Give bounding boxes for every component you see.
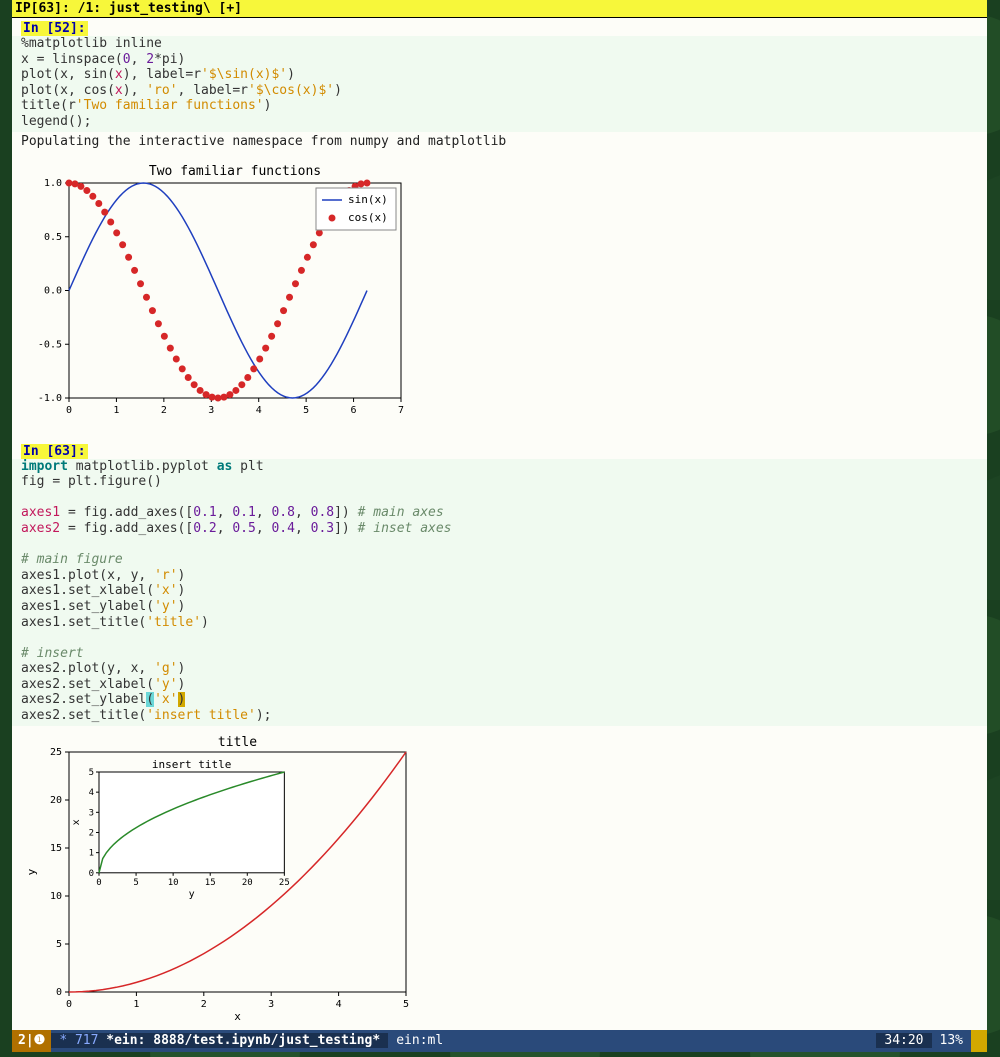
cell-1-output-text: Populating the interactive namespace fro… <box>12 132 987 155</box>
svg-text:5: 5 <box>403 999 409 1010</box>
svg-text:Two familiar functions: Two familiar functions <box>149 164 321 179</box>
svg-text:10: 10 <box>50 891 62 902</box>
svg-text:1: 1 <box>113 405 119 416</box>
svg-text:3: 3 <box>268 999 274 1010</box>
mode-line: 2|❶ * 717 *ein: 8888/test.ipynb/just_tes… <box>12 1030 987 1052</box>
svg-text:4: 4 <box>89 788 94 798</box>
cell-1-code[interactable]: %matplotlib inline x = linspace(0, 2*pi)… <box>12 36 987 132</box>
cell-1-prompt: In [52]: <box>21 21 88 36</box>
svg-text:2: 2 <box>161 405 167 416</box>
chart-2: title0123450510152025xyinsert title05101… <box>12 726 987 1030</box>
cell-2-code[interactable]: import matplotlib.pyplot as plt fig = pl… <box>12 459 987 726</box>
modeline-pct: 13% <box>932 1033 971 1048</box>
svg-text:5: 5 <box>89 768 94 778</box>
svg-text:25: 25 <box>50 747 62 758</box>
svg-text:title: title <box>218 735 257 750</box>
svg-text:25: 25 <box>279 877 290 887</box>
svg-text:insert title: insert title <box>152 758 231 771</box>
svg-text:10: 10 <box>168 877 179 887</box>
modeline-badge: 2|❶ <box>12 1030 51 1052</box>
svg-text:cos(x): cos(x) <box>348 211 388 224</box>
svg-text:20: 20 <box>50 795 62 806</box>
svg-text:3: 3 <box>89 808 94 818</box>
chart-1: Two familiar functions 0 1 2 3 4 5 6 7 -1.0 -0.5 0.… <box>12 155 987 441</box>
modeline-mode: ein:ml <box>388 1033 451 1048</box>
svg-text:x: x <box>71 819 82 825</box>
svg-text:1: 1 <box>133 999 139 1010</box>
modeline-left: * 717 *ein: 8888/test.ipynb/just_testing… <box>51 1033 388 1048</box>
svg-text:sin(x): sin(x) <box>348 193 388 206</box>
title-bar: IP[63]: /1: just_testing\ [+] <box>12 0 987 18</box>
svg-text:4: 4 <box>256 405 262 416</box>
cell-1[interactable]: In [52]: %matplotlib inline x = linspace… <box>12 18 987 441</box>
svg-text:20: 20 <box>242 877 253 887</box>
svg-text:0: 0 <box>66 405 72 416</box>
svg-text:2: 2 <box>89 828 94 838</box>
svg-text:y: y <box>189 888 195 899</box>
svg-text:0: 0 <box>56 987 62 998</box>
svg-text:x: x <box>234 1010 241 1023</box>
two-familiar-functions-plot: Two familiar functions 0 1 2 3 4 5 6 7 -1.0 -0.5 0.… <box>21 163 411 423</box>
svg-text:7: 7 <box>398 405 404 416</box>
cell-2-prompt: In [63]: <box>21 444 88 459</box>
svg-text:-1.0: -1.0 <box>38 393 62 404</box>
cell-2[interactable]: In [63]: import matplotlib.pyplot as plt… <box>12 441 987 1030</box>
inset-plot: title0123450510152025xyinsert title05101… <box>21 734 421 1024</box>
svg-text:5: 5 <box>133 877 138 887</box>
svg-text:0: 0 <box>96 877 101 887</box>
svg-text:15: 15 <box>205 877 216 887</box>
svg-text:15: 15 <box>50 843 62 854</box>
editor-frame: IP[63]: /1: just_testing\ [+] In [52]: %… <box>12 0 987 1052</box>
svg-text:1.0: 1.0 <box>44 178 62 189</box>
svg-text:0: 0 <box>89 868 94 878</box>
svg-text:-0.5: -0.5 <box>38 339 62 350</box>
modeline-end-block <box>971 1030 987 1052</box>
svg-text:4: 4 <box>336 999 342 1010</box>
svg-text:1: 1 <box>89 848 94 858</box>
svg-text:5: 5 <box>303 405 309 416</box>
svg-text:6: 6 <box>351 405 357 416</box>
svg-text:3: 3 <box>208 405 214 416</box>
svg-text:0.0: 0.0 <box>44 285 62 296</box>
svg-text:y: y <box>25 868 38 875</box>
svg-text:2: 2 <box>201 999 207 1010</box>
modeline-pos: 34:20 <box>876 1033 931 1048</box>
svg-text:0.5: 0.5 <box>44 231 62 242</box>
svg-text:0: 0 <box>66 999 72 1010</box>
svg-text:5: 5 <box>56 939 62 950</box>
